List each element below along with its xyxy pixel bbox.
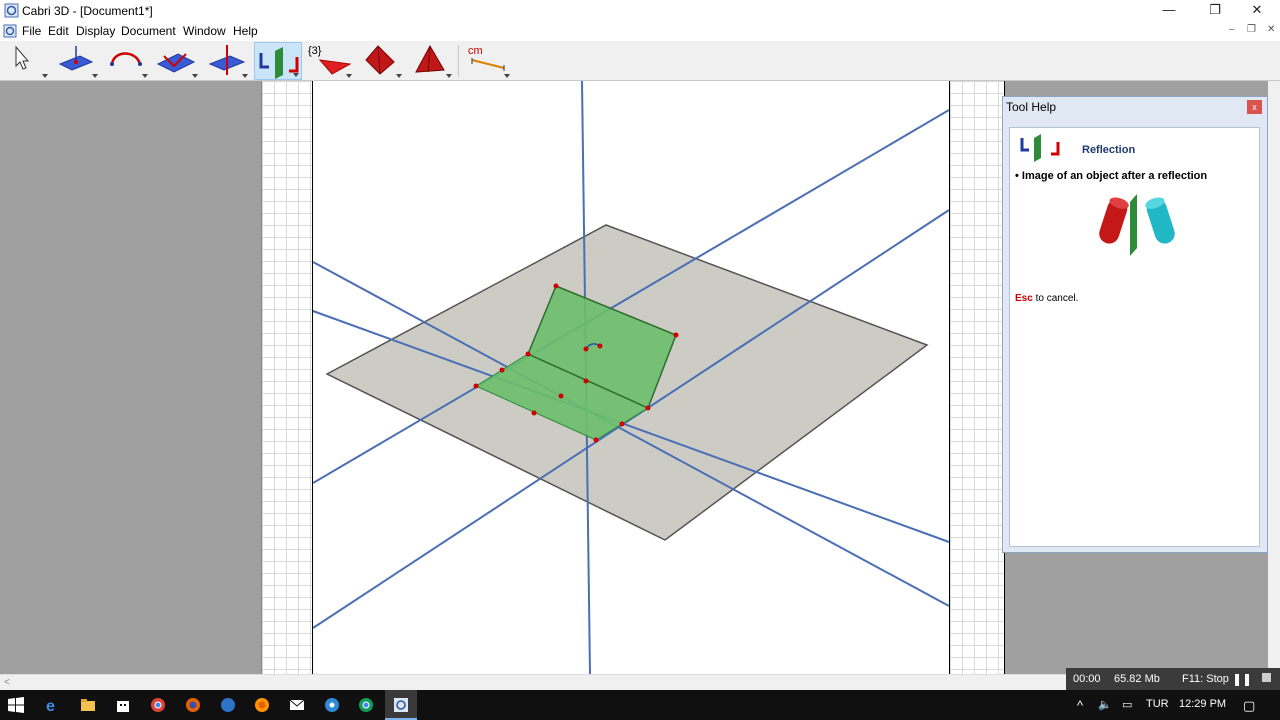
tool-manipulation[interactable] [2,42,50,80]
clock[interactable]: 12:29 PM [1179,698,1226,710]
grid-margin-left [261,81,313,674]
point[interactable] [553,283,559,289]
network-icon[interactable]: ▭ [1122,698,1132,711]
taskbar: e ^ 🔈 ▭ TUR 12:29 PM ▢ [0,690,1280,720]
point[interactable] [473,383,479,389]
tool-help-title: Tool Help [1006,100,1057,114]
pause-icon[interactable]: ❚❚ [1232,672,1252,686]
tool-help-body: Reflection • Image of an object after a … [1009,127,1260,547]
mdi-restore-button[interactable]: ❐ [1247,24,1256,35]
mdi-minimize-button[interactable]: – [1229,24,1235,35]
tool-surfaces[interactable] [152,42,200,80]
tool-transformations[interactable] [254,42,302,80]
stop-icon[interactable] [1262,673,1271,682]
point[interactable] [558,393,564,399]
point[interactable] [597,343,603,349]
recording-status-bar: 00:00 65.82 Mb F11: Stop ❚❚ [1066,668,1280,690]
menu-display[interactable]: Display [76,24,115,38]
file-explorer-icon[interactable] [80,697,96,713]
menu-bar: File Edit Display Document Window Help –… [0,21,1280,41]
menu-edit[interactable]: Edit [48,24,69,38]
edge-icon[interactable]: e [45,697,61,713]
measure-label: cm [468,45,483,57]
3d-scene[interactable] [313,81,949,674]
tool-points[interactable] [52,42,100,80]
minimize-button[interactable]: — [1146,0,1192,21]
tool-help-panel: Tool Help x Reflection • Image of an obj… [1002,96,1268,553]
reflection-illustration [1099,194,1175,256]
notifications-icon[interactable]: ▢ [1243,698,1255,714]
point[interactable] [619,421,625,427]
chrome-icon[interactable] [150,697,166,713]
restore-button[interactable]: ❐ [1192,0,1238,21]
grid-margin-right [949,81,1005,674]
title-bar: Cabri 3D - [Document1*] — ❐ ✕ [0,0,1280,21]
tool-relative-constructions[interactable] [202,42,250,80]
esc-key-label: Esc [1015,293,1033,304]
toolbar: {3} cm [0,41,1280,81]
cabri-icon [394,698,408,712]
point[interactable] [499,367,505,373]
scroll-left-icon[interactable]: < [4,677,10,688]
menu-file[interactable]: File [22,24,41,38]
volume-icon[interactable]: 🔈 [1098,698,1112,711]
cabri-taskbar-button[interactable] [385,690,417,720]
tool-regular-polygons[interactable]: {3} [306,42,354,80]
esc-hint: Esc to cancel. [1015,293,1078,304]
cabri-app-icon [4,3,19,18]
mail-icon[interactable] [289,697,305,713]
tool-curves[interactable] [102,42,150,80]
menu-help[interactable]: Help [233,24,258,38]
svg-text:e: e [46,698,55,713]
close-button[interactable]: ✕ [1234,0,1280,21]
tool-polyhedra[interactable] [356,42,404,80]
memory-readout: 65.82 Mb [1114,673,1160,685]
document-icon [3,24,17,38]
tool-help-close-button[interactable]: x [1247,100,1262,114]
menu-window[interactable]: Window [183,24,226,38]
reflection-icon [1020,134,1060,162]
tool-description: • Image of an object after a reflection [1015,170,1208,182]
point[interactable] [645,405,651,411]
browser-icon[interactable] [324,697,340,713]
mdi-close-button[interactable]: ✕ [1267,24,1275,35]
firefox-icon[interactable] [254,697,270,713]
timer-readout: 00:00 [1073,673,1101,685]
point[interactable] [673,332,679,338]
vertical-scrollbar[interactable] [1268,81,1280,674]
horizontal-scrollbar[interactable]: < [0,674,1066,690]
tray-chevron-icon[interactable]: ^ [1077,698,1083,713]
point[interactable] [583,378,589,384]
menu-document[interactable]: Document [121,24,176,38]
chrome-icon[interactable] [358,697,374,713]
tool-measurement[interactable]: cm [464,42,512,80]
esc-hint-text: to cancel. [1032,293,1079,304]
start-icon[interactable] [8,697,24,713]
toolbar-separator [458,45,459,77]
stop-hotkey-label[interactable]: F11: Stop [1182,673,1229,685]
window-title: Cabri 3D - [Document1*] [22,4,153,18]
firefox-icon[interactable] [185,697,201,713]
point[interactable] [593,437,599,443]
store-icon[interactable] [115,697,131,713]
point[interactable] [525,351,531,357]
3d-canvas[interactable] [313,81,949,674]
point[interactable] [583,346,589,352]
app-icon[interactable] [220,697,236,713]
input-language[interactable]: TUR [1146,698,1169,710]
tool-name: Reflection [1082,144,1136,156]
point[interactable] [531,410,537,416]
tool-regular-polyhedra[interactable] [406,42,454,80]
polygon-label: {3} [308,45,322,57]
